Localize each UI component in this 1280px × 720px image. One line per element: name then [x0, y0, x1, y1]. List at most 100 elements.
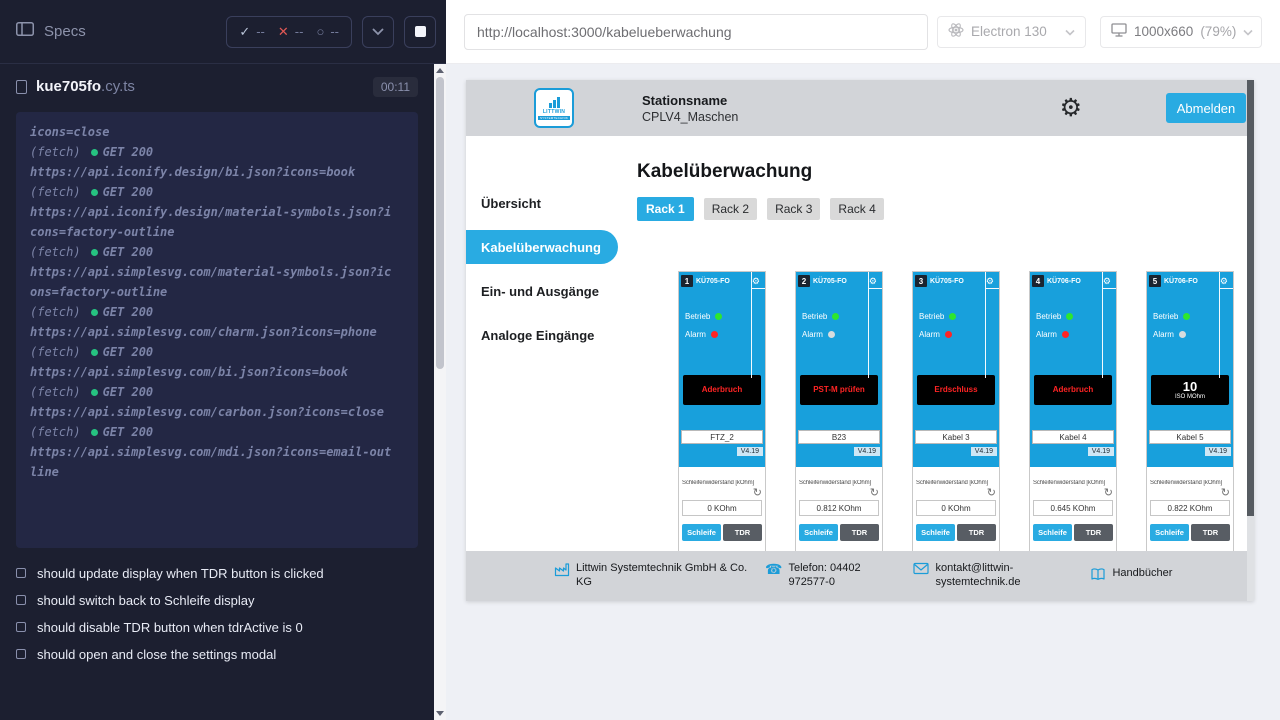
- betrieb-label: Betrieb: [919, 312, 944, 321]
- url-input[interactable]: [464, 14, 928, 50]
- tab-rack-3[interactable]: Rack 3: [767, 198, 820, 220]
- test-box-icon: [16, 649, 26, 659]
- card-number: 4: [1032, 275, 1044, 287]
- test-box-icon: [16, 622, 26, 632]
- card-gear-icon[interactable]: ⚙: [869, 277, 880, 286]
- tab-rack-1[interactable]: Rack 1: [637, 197, 694, 221]
- card-gear-icon[interactable]: ⚙: [1220, 277, 1231, 286]
- betrieb-label: Betrieb: [1036, 312, 1061, 321]
- log-entry[interactable]: (fetch)GET 200 https://api.iconify.desig…: [30, 182, 396, 242]
- resistance-label: Schleifenwiderstand [kOhm]: [799, 480, 879, 486]
- test-item[interactable]: should update display when TDR button is…: [16, 560, 418, 587]
- cable-name: FTZ_2: [681, 430, 763, 444]
- log-entry[interactable]: (fetch)GET 200 https://api.simplesvg.com…: [30, 302, 396, 342]
- runner-scrollbar[interactable]: [434, 64, 446, 720]
- card-number: 5: [1149, 275, 1161, 287]
- refresh-icon[interactable]: ↻: [870, 487, 879, 499]
- sidebar-item-kabelueberwachung[interactable]: Kabelüberwachung: [466, 230, 618, 264]
- betrieb-label: Betrieb: [685, 312, 710, 321]
- station-label: Stationsname: [642, 93, 738, 108]
- resistance-label: Schleifenwiderstand [kOhm]: [916, 480, 996, 486]
- refresh-icon[interactable]: ↻: [753, 487, 762, 499]
- refresh-icon[interactable]: ↻: [1104, 487, 1113, 499]
- app-scrollbar[interactable]: [1247, 80, 1254, 601]
- logout-button[interactable]: Abmelden: [1166, 93, 1246, 123]
- schleife-button[interactable]: Schleife: [916, 524, 955, 541]
- card-gear-icon[interactable]: ⚙: [752, 277, 763, 286]
- schleife-button[interactable]: Schleife: [682, 524, 721, 541]
- passed-stat: ✓--: [239, 24, 265, 40]
- resistance-label: Schleifenwiderstand [kOhm]: [1033, 480, 1113, 486]
- main-content: Kabelüberwachung Rack 1 Rack 2 Rack 3 Ra…: [618, 136, 1254, 551]
- specs-toggle-icon[interactable]: [16, 22, 34, 41]
- log-entry[interactable]: (fetch)GET 200 https://api.simplesvg.com…: [30, 342, 396, 382]
- log-entry[interactable]: (fetch)GET 200 https://api.simplesvg.com…: [30, 422, 396, 482]
- spec-name: kue705fo: [36, 78, 101, 95]
- test-item[interactable]: should open and close the settings modal: [16, 641, 418, 668]
- card-divider: [752, 288, 765, 289]
- tdr-button[interactable]: TDR: [957, 524, 996, 541]
- resistance-value: 0 KOhm: [682, 500, 762, 516]
- card-model: KÜ705-FO: [813, 278, 847, 285]
- scroll-down-icon[interactable]: [436, 711, 444, 716]
- cable-name: Kabel 5: [1149, 430, 1231, 444]
- card-gear-icon[interactable]: ⚙: [986, 277, 997, 286]
- collapse-button[interactable]: [362, 16, 394, 48]
- alarm-led: [711, 331, 718, 338]
- card-number: 3: [915, 275, 927, 287]
- betrieb-led: [715, 313, 722, 320]
- browser-select[interactable]: Electron 130: [937, 16, 1086, 48]
- sidebar-nav: Übersicht Kabelüberwachung Ein- und Ausg…: [466, 136, 618, 551]
- alarm-label: Alarm: [1036, 330, 1057, 339]
- device-card-2: 2 KÜ705-FO ⚙ Betrieb Alarm PST-M prüfen: [795, 271, 883, 563]
- status-dot-icon: [91, 429, 98, 436]
- runner-topbar: Specs ✓-- ✕-- ○--: [0, 0, 446, 64]
- sidebar-item-analoge-eingaenge[interactable]: Analoge Eingänge: [466, 318, 618, 352]
- log-entry[interactable]: (fetch)GET 200 https://api.iconify.desig…: [30, 142, 396, 182]
- alarm-label: Alarm: [685, 330, 706, 339]
- failed-stat: ✕--: [278, 24, 304, 40]
- cable-name: Kabel 4: [1032, 430, 1114, 444]
- stop-button[interactable]: [404, 16, 436, 48]
- tdr-button[interactable]: TDR: [723, 524, 762, 541]
- alarm-label: Alarm: [919, 330, 940, 339]
- card-gear-icon[interactable]: ⚙: [1103, 277, 1114, 286]
- card-divider: [1103, 288, 1116, 289]
- scrollbar-thumb[interactable]: [436, 77, 444, 369]
- schleife-button[interactable]: Schleife: [799, 524, 838, 541]
- sidebar-item-ein-und-ausgaenge[interactable]: Ein- und Ausgänge: [466, 274, 618, 308]
- test-item[interactable]: should switch back to Schleife display: [16, 587, 418, 614]
- book-icon: [1090, 567, 1106, 585]
- tab-rack-4[interactable]: Rack 4: [830, 198, 883, 220]
- card-model: KÜ705-FO: [930, 278, 964, 285]
- log-entry[interactable]: (fetch)GET 200 https://api.simplesvg.com…: [30, 242, 396, 302]
- app-scrollbar-thumb[interactable]: [1247, 80, 1254, 516]
- refresh-icon[interactable]: ↻: [1221, 487, 1230, 499]
- settings-gear-icon[interactable]: ⚙: [1060, 96, 1082, 121]
- viewport-select[interactable]: 1000x660 (79%): [1100, 16, 1262, 48]
- firmware-version: V4.19: [971, 447, 997, 456]
- test-item[interactable]: should disable TDR button when tdrActive…: [16, 614, 418, 641]
- status-dot-icon: [91, 349, 98, 356]
- resistance-label: Schleifenwiderstand [kOhm]: [1150, 480, 1230, 486]
- tdr-button[interactable]: TDR: [840, 524, 879, 541]
- logo-bars-icon: [549, 97, 560, 108]
- tab-rack-2[interactable]: Rack 2: [704, 198, 757, 220]
- spec-header[interactable]: kue705fo.cy.ts 00:11: [0, 64, 446, 110]
- sidebar-item-uebersicht[interactable]: Übersicht: [466, 186, 618, 220]
- app-stage: LITTWIN SYSTEMTECHNIK Stationsname CPLV4…: [446, 64, 1280, 720]
- schleife-button[interactable]: Schleife: [1033, 524, 1072, 541]
- firmware-version: V4.19: [854, 447, 880, 456]
- device-card-1: 1 KÜ705-FO ⚙ Betrieb Alarm Aderbruch: [678, 271, 766, 563]
- refresh-icon[interactable]: ↻: [987, 487, 996, 499]
- tdr-button[interactable]: TDR: [1074, 524, 1113, 541]
- betrieb-led: [949, 313, 956, 320]
- resistance-label: Schleifenwiderstand [kOhm]: [682, 480, 762, 486]
- log-entry[interactable]: (fetch)GET 200 https://api.simplesvg.com…: [30, 382, 396, 422]
- schleife-button[interactable]: Schleife: [1150, 524, 1189, 541]
- chevron-down-icon: [372, 23, 384, 41]
- tdr-button[interactable]: TDR: [1191, 524, 1230, 541]
- footer-manuals[interactable]: Handbücher: [1090, 567, 1172, 585]
- scroll-up-icon[interactable]: [436, 68, 444, 73]
- log-continuation[interactable]: icons=close: [30, 122, 396, 142]
